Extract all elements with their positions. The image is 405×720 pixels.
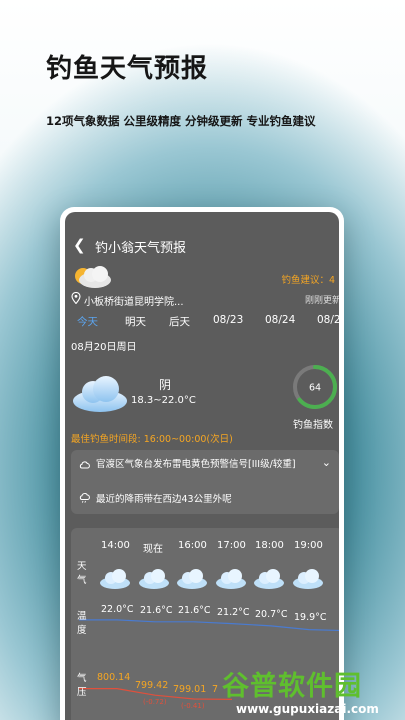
cloud-icon — [177, 569, 207, 589]
fishing-advice[interactable]: 钓鱼建议：4 — [281, 272, 335, 286]
page-subtitle: 12项气象数据 公里级精度 分钟级更新 专业钓鱼建议 — [46, 114, 316, 128]
weather-condition: 阴 — [159, 378, 172, 392]
best-fishing-time: 最佳钓鱼时间段: 16:00~00:00(次日) — [71, 434, 233, 445]
cloud-icon — [216, 569, 246, 589]
cloud-icon — [254, 569, 284, 589]
rain-info: 最近的降雨带在西边43公里外呢 — [96, 494, 232, 505]
pressure-value: 799.42 — [135, 680, 169, 691]
cloud-warning-icon — [79, 461, 90, 469]
current-date: 08月20日周日 — [71, 342, 137, 353]
cloud-icon — [139, 569, 169, 589]
sun-cloud-icon — [75, 266, 111, 288]
temp-value: 20.7°C — [255, 609, 288, 620]
alert-panel[interactable]: 官渡区气象台发布雷电黄色预警信号[III级/较重] ⌄ 最近的降雨带在西边43公… — [71, 450, 339, 514]
row-label-pressure: 气压 — [77, 673, 87, 698]
temp-value: 21.6°C — [178, 605, 211, 616]
app-screen: ❮ 钓小翁天气预报 钓鱼建议：4 小板桥街道昆明学院... 刚刚更新 今天 明天… — [65, 212, 339, 720]
watermark-url: www.gupuxiazai.com — [236, 702, 379, 716]
temp-value: 22.0°C — [101, 604, 134, 615]
row-label-temp: 温度 — [77, 611, 87, 636]
row-label-weather: 天气 — [77, 561, 87, 586]
tab-0824[interactable]: 08/24 — [265, 314, 295, 326]
cloud-icon — [293, 569, 323, 589]
pressure-delta: (-0.41) — [181, 702, 205, 710]
hour-label: 现在 — [143, 544, 163, 555]
fishing-index-label: 钓鱼指数 — [293, 420, 333, 431]
pressure-value: 7 — [212, 684, 219, 695]
location-name[interactable]: 小板桥街道昆明学院... — [84, 293, 184, 308]
fishing-index-value: 64 — [309, 383, 321, 394]
tab-today[interactable]: 今天 — [77, 314, 98, 329]
hour-label: 19:00 — [294, 540, 323, 551]
back-icon[interactable]: ❮ — [73, 236, 86, 254]
fishing-index-gauge[interactable]: 64 — [291, 363, 339, 411]
rain-cloud-icon — [79, 493, 90, 503]
hour-label: 18:00 — [255, 540, 284, 551]
temperature-range: 18.3~22.0°C — [131, 395, 196, 406]
tab-tomorrow[interactable]: 明天 — [125, 314, 146, 329]
page-title: 钓鱼天气预报 — [46, 54, 209, 84]
watermark-logo: 谷普软件园 — [222, 671, 362, 702]
hour-label: 14:00 — [101, 540, 130, 551]
app-header: ❮ 钓小翁天气预报 — [65, 234, 339, 258]
hour-label: 16:00 — [178, 540, 207, 551]
location-row: 小板桥街道昆明学院... 刚刚更新 — [71, 292, 339, 308]
tab-0825[interactable]: 08/2 — [317, 314, 339, 326]
tab-0823[interactable]: 08/23 — [213, 314, 243, 326]
phone-mockup: ❮ 钓小翁天气预报 钓鱼建议：4 小板桥街道昆明学院... 刚刚更新 今天 明天… — [60, 207, 344, 720]
update-status: 刚刚更新 — [304, 296, 339, 306]
temp-value: 19.9°C — [294, 612, 327, 623]
cloud-icon — [73, 376, 127, 412]
temp-value: 21.6°C — [140, 605, 173, 616]
watermark: 谷普软件园 www.gupuxiazai.com — [222, 664, 404, 720]
temp-value: 21.2°C — [217, 607, 250, 618]
location-pin-icon — [71, 292, 81, 304]
day-tabs: 今天 明天 后天 08/23 08/24 08/2 — [71, 314, 339, 334]
pressure-value: 800.14 — [97, 672, 131, 683]
weather-warning: 官渡区气象台发布雷电黄色预警信号[III级/较重] — [96, 459, 296, 470]
tab-day-after[interactable]: 后天 — [169, 314, 190, 329]
app-title: 钓小翁天气预报 — [95, 241, 187, 256]
chevron-down-icon[interactable]: ⌄ — [322, 456, 331, 469]
pressure-delta: (-0.72) — [143, 698, 167, 706]
pressure-value: 799.01 — [173, 684, 207, 695]
cloud-icon — [100, 569, 130, 589]
hour-label: 17:00 — [217, 540, 246, 551]
